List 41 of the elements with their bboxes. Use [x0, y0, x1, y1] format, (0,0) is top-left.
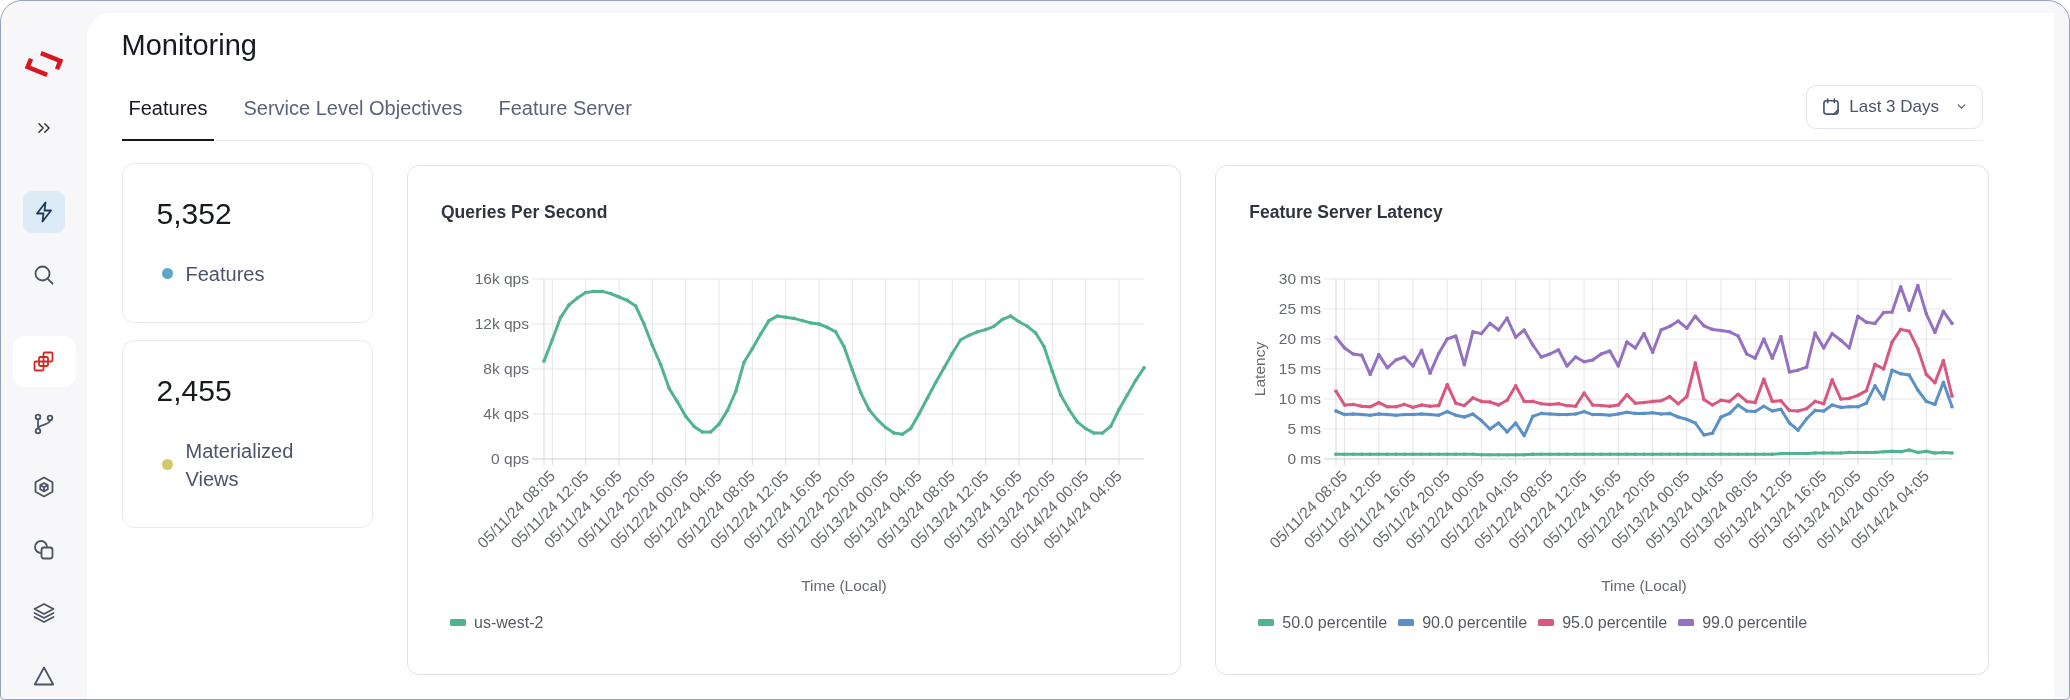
page-title: Monitoring: [121, 28, 257, 63]
axis-title: Time (Local): [801, 576, 887, 594]
stat-value: 5,352: [156, 195, 233, 232]
axis-title: Time (Local): [1601, 576, 1688, 594]
axis-tick-label: 15 ms: [1279, 359, 1322, 377]
search-icon: [32, 263, 56, 287]
legend-label: 99.0 percentile: [1702, 612, 1808, 633]
date-range-button[interactable]: Last 3 Days: [1806, 84, 1983, 129]
triangle-icon: [32, 664, 56, 688]
axis-tick-label: 8k qps: [483, 359, 529, 377]
tab[interactable]: Service Level Objectives: [236, 95, 470, 141]
stat-label: Materialized Views: [185, 438, 295, 492]
stat-label: Features: [185, 261, 265, 287]
axis-tick-label: 30 ms: [1279, 269, 1322, 287]
calendar-icon: [1821, 96, 1842, 117]
chart-title: Feature Server Latency: [1249, 200, 1443, 223]
legend-label: 95.0 percentile: [1562, 612, 1668, 633]
legend-label: us-west-2: [474, 612, 544, 633]
sidebar-nav-button[interactable]: [12, 336, 76, 387]
squares-icon: [32, 349, 56, 374]
tab[interactable]: Feature Server: [491, 95, 639, 141]
stat-value: 2,455: [156, 372, 233, 409]
axis-tick-label: 25 ms: [1279, 299, 1322, 317]
sidebar-nav-button[interactable]: [23, 191, 65, 233]
axis-tick-label: 12k qps: [474, 314, 529, 332]
axis-tick-label: 5 ms: [1287, 419, 1322, 437]
axis-tick-label: 0 ms: [1287, 449, 1322, 467]
axis-title: Latency: [1251, 341, 1269, 396]
tab[interactable]: Features: [121, 95, 215, 141]
legend-label: 90.0 percentile: [1422, 612, 1528, 633]
shapes-icon: [32, 538, 56, 562]
axis-tick-label: 20 ms: [1279, 329, 1322, 347]
axis-tick-label: 10 ms: [1279, 389, 1322, 407]
branch-icon: [32, 412, 56, 436]
legend-label: 50.0 percentile: [1282, 612, 1388, 633]
hexagon-icon: [32, 475, 56, 499]
axis-tick-label: 0 qps: [491, 449, 529, 467]
axis-tick-label: 4k qps: [483, 404, 529, 422]
axis-tick-label: 16k qps: [474, 269, 529, 287]
chart-title: Queries Per Second: [441, 200, 608, 223]
layers-icon: [32, 601, 56, 625]
